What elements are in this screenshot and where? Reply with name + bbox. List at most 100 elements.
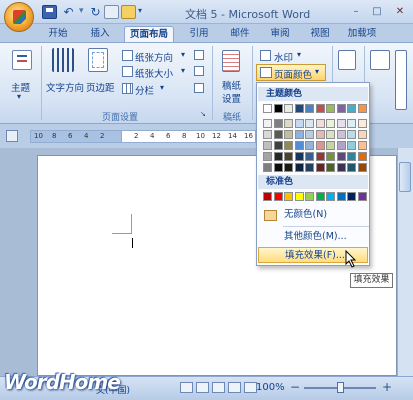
undo-dropdown-icon[interactable]: ▾ xyxy=(79,6,84,16)
watermark-arrow-icon[interactable]: ▾ xyxy=(297,50,301,59)
theme-color-swatch[interactable] xyxy=(315,119,325,128)
standard-color-swatch[interactable] xyxy=(284,192,293,201)
web-layout-view-icon[interactable] xyxy=(212,382,225,393)
draft-paper-label[interactable]: 稿纸 xyxy=(222,78,241,92)
theme-color-swatch[interactable] xyxy=(273,119,283,128)
theme-color-swatch[interactable] xyxy=(336,104,346,113)
theme-color-swatch[interactable] xyxy=(305,141,314,150)
tab-addins[interactable]: 加载项 xyxy=(340,26,384,42)
theme-color-swatch[interactable] xyxy=(347,130,356,139)
theme-color-swatch[interactable] xyxy=(305,104,314,113)
theme-color-swatch[interactable] xyxy=(284,130,293,139)
theme-color-swatch[interactable] xyxy=(336,152,346,161)
redo-icon[interactable]: ↻ xyxy=(88,5,103,19)
theme-color-swatch[interactable] xyxy=(347,163,356,172)
theme-color-swatch[interactable] xyxy=(326,152,335,161)
orientation-icon[interactable] xyxy=(122,50,133,61)
standard-color-swatch[interactable] xyxy=(315,192,325,201)
more-colors-item[interactable]: 其他颜色(M)... xyxy=(258,229,368,245)
maximize-button[interactable]: □ xyxy=(367,4,387,19)
theme-color-swatch[interactable] xyxy=(305,119,314,128)
theme-color-swatch[interactable] xyxy=(273,163,283,172)
theme-color-swatch[interactable] xyxy=(315,130,325,139)
theme-color-swatch[interactable] xyxy=(273,152,283,161)
theme-color-swatch[interactable] xyxy=(273,130,283,139)
theme-color-swatch[interactable] xyxy=(357,119,367,128)
theme-color-swatch[interactable] xyxy=(284,104,293,113)
columns-icon[interactable] xyxy=(122,83,133,94)
theme-color-swatch[interactable] xyxy=(336,163,346,172)
undo-icon[interactable]: ↶ xyxy=(61,5,76,19)
standard-color-swatch[interactable] xyxy=(336,192,346,201)
tab-view[interactable]: 视图 xyxy=(302,26,338,42)
theme-color-swatch[interactable] xyxy=(347,119,356,128)
theme-color-swatch[interactable] xyxy=(347,141,356,150)
theme-color-swatch[interactable] xyxy=(284,141,293,150)
theme-color-swatch[interactable] xyxy=(315,163,325,172)
arrange-icon[interactable] xyxy=(370,50,390,70)
theme-color-swatch[interactable] xyxy=(263,163,272,172)
text-direction-label[interactable]: 文字方向 xyxy=(46,80,84,94)
theme-color-swatch[interactable] xyxy=(315,152,325,161)
text-direction-icon[interactable] xyxy=(52,48,74,72)
theme-color-swatch[interactable] xyxy=(336,141,346,150)
theme-color-swatch[interactable] xyxy=(305,163,314,172)
save-icon[interactable] xyxy=(42,5,57,19)
print-layout-view-icon[interactable] xyxy=(180,382,193,393)
theme-color-swatch[interactable] xyxy=(315,104,325,113)
theme-color-swatch[interactable] xyxy=(326,104,335,113)
theme-color-swatch[interactable] xyxy=(357,152,367,161)
standard-color-swatch[interactable] xyxy=(294,192,304,201)
theme-color-swatch[interactable] xyxy=(263,130,272,139)
theme-color-swatch[interactable] xyxy=(347,104,356,113)
theme-color-swatch[interactable] xyxy=(263,119,272,128)
theme-arrow-icon[interactable]: ▾ xyxy=(17,92,21,101)
line-numbers-icon[interactable] xyxy=(194,66,204,76)
tab-insert[interactable]: 插入 xyxy=(82,26,118,42)
draft-setting-label[interactable]: 设置 xyxy=(222,91,241,105)
theme-color-swatch[interactable] xyxy=(336,130,346,139)
theme-color-swatch[interactable] xyxy=(326,130,335,139)
columns-label[interactable]: 分栏 xyxy=(135,83,154,97)
tab-home[interactable]: 开始 xyxy=(40,26,76,42)
indent-icon[interactable] xyxy=(338,50,356,70)
minimize-button[interactable]: – xyxy=(346,4,366,19)
theme-color-swatch[interactable] xyxy=(336,119,346,128)
standard-color-swatch[interactable] xyxy=(305,192,314,201)
theme-color-swatch[interactable] xyxy=(284,152,293,161)
theme-color-swatch[interactable] xyxy=(326,119,335,128)
outline-view-icon[interactable] xyxy=(228,382,241,393)
theme-color-swatch[interactable] xyxy=(326,141,335,150)
margins-icon[interactable] xyxy=(88,48,108,72)
full-screen-view-icon[interactable] xyxy=(196,382,209,393)
theme-color-swatch[interactable] xyxy=(294,130,304,139)
customize-qat-icon[interactable]: ▾ xyxy=(138,6,142,15)
watermark-icon[interactable] xyxy=(260,50,271,61)
theme-color-swatch[interactable] xyxy=(294,152,304,161)
theme-color-swatch[interactable] xyxy=(294,141,304,150)
margins-label[interactable]: 页边距 xyxy=(86,80,115,94)
theme-color-swatch[interactable] xyxy=(357,141,367,150)
theme-color-swatch[interactable] xyxy=(263,152,272,161)
tab-references[interactable]: 引用 xyxy=(181,26,217,42)
no-color-item[interactable]: 无颜色(N) xyxy=(258,207,368,223)
theme-color-swatch[interactable] xyxy=(273,141,283,150)
office-button[interactable] xyxy=(4,2,34,32)
standard-color-swatch[interactable] xyxy=(357,192,367,201)
theme-color-swatch[interactable] xyxy=(284,163,293,172)
theme-color-swatch[interactable] xyxy=(273,104,283,113)
theme-color-swatch[interactable] xyxy=(357,104,367,113)
theme-color-swatch[interactable] xyxy=(263,104,272,113)
tab-selector-button[interactable] xyxy=(6,130,18,142)
tab-mailings[interactable]: 邮件 xyxy=(222,26,258,42)
close-button[interactable]: ✕ xyxy=(389,4,411,19)
standard-color-swatch[interactable] xyxy=(347,192,356,201)
paper-size-label[interactable]: 纸张大小 xyxy=(135,66,173,80)
standard-color-swatch[interactable] xyxy=(326,192,335,201)
open-folder-icon[interactable] xyxy=(121,5,136,19)
page-setup-launcher-icon[interactable]: ↘ xyxy=(200,110,206,118)
theme-color-swatch[interactable] xyxy=(357,130,367,139)
theme-color-swatch[interactable] xyxy=(305,152,314,161)
print-icon[interactable] xyxy=(104,5,119,19)
theme-color-swatch[interactable] xyxy=(294,119,304,128)
